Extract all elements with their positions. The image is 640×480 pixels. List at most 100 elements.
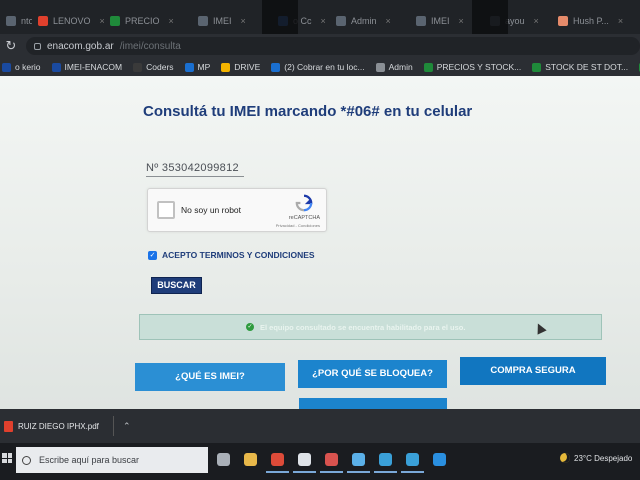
browser-address-bar: ↻ enacom.gob.ar /imei/consulta [0,34,640,58]
accept-terms-label: ACEPTO TERMINOS Y CONDICIONES [162,250,315,260]
url-path: /imei/consulta [119,40,181,52]
bookmark-item[interactable]: o kerio [2,62,41,72]
recaptcha-checkbox[interactable] [157,201,175,219]
bookmark-label: o kerio [15,62,41,72]
bookmark-label: IMEI-ENACOM [64,62,123,72]
lock-icon [34,42,41,50]
bookmark-icon [51,62,61,72]
bookmark-icon [2,62,11,72]
tab-favicon-icon [38,16,48,26]
weather-text[interactable]: 23°C Despejado [574,454,632,463]
accept-terms-checkbox[interactable]: ✓ [148,250,157,260]
bookmark-label: MP [197,62,211,72]
chevron-up-icon[interactable]: ⌃ [123,421,131,432]
taskbar-app-chrome[interactable] [266,447,289,473]
bookmark-label: DRIVE [234,62,261,72]
url-field[interactable]: enacom.gob.ar /imei/consulta [26,37,640,55]
bookmark-label: STOCK DE ST DOT... [545,62,629,72]
browser-tab[interactable]: ntor× [0,10,32,32]
search-button[interactable]: BUSCAR [151,277,202,294]
download-divider [113,416,114,436]
taskbar-app-file-explorer[interactable] [239,447,262,473]
reload-icon[interactable]: ↻ [4,38,18,54]
bookmark-icon [532,62,542,72]
bookmark-item[interactable]: Admin [375,62,413,72]
chrome-icon [271,452,284,466]
bookmark-label: Admin [388,62,413,72]
windows-taskbar: Escribe aquí para buscar 23°C Despejado [0,443,640,480]
tab-label: ntor [21,16,32,26]
bookmark-icon [221,62,231,72]
tab-close-icon[interactable]: × [618,16,623,26]
taskbar-apps [212,447,451,473]
tab-label: LENOVO [53,16,91,26]
tab-favicon-icon [6,16,16,26]
tab-label: PRECIO [125,16,160,26]
more-info-button[interactable] [299,398,447,409]
tab-favicon-icon [416,16,426,26]
browser-tab[interactable]: Hush P... × [552,10,640,32]
safe-purchase-button[interactable]: COMPRA SEGURA [460,357,606,385]
browser-tab[interactable]: PRECIO × [104,10,192,32]
tab-close-icon[interactable]: × [169,16,174,26]
recaptcha-brand: reCAPTCHA [288,215,320,221]
app-4-icon [298,452,311,466]
tab-close-icon[interactable]: × [534,16,539,26]
tab-label: IMEI [213,16,232,26]
bookmarks-bar: o kerio IMEI-ENACOM Coders MP DRIVE (2) Cobra… [0,58,640,76]
bookmark-item[interactable]: PRECIOS Y STOCK... [423,62,522,72]
check-circle-icon: ✓ [246,323,254,331]
recaptcha-terms-link[interactable]: Privacidad - Condiciones [276,223,320,228]
downloads-bar: RUIZ DIEGO IPHX.pdf ⌃ [0,409,640,443]
browser-tab[interactable]: Admin × [330,10,410,32]
recaptcha-label: No soy un robot [181,205,242,215]
app-8-icon [406,452,419,466]
taskbar-app-app-5[interactable] [320,447,343,473]
taskbar-app-app-9[interactable] [428,447,451,473]
why-blocked-button[interactable]: ¿POR QUÉ SE BLOQUEA? [298,360,447,388]
pdf-file-icon [4,420,13,432]
tab-close-icon[interactable]: × [241,16,246,26]
what-is-imei-button[interactable]: ¿QUÉ ES IMEI? [135,363,285,391]
taskbar-search-placeholder: Escribe aquí para buscar [39,455,140,465]
tab-label: IMEI [431,16,450,26]
taskbar-app-app-8[interactable] [401,447,424,473]
bookmark-item[interactable]: (2) Cobrar en tu loc... [271,62,365,72]
tab-favicon-icon [198,16,208,26]
windows-start-icon[interactable] [2,453,12,463]
taskbar-app-task-view[interactable] [212,447,235,473]
tab-close-icon[interactable]: × [459,16,464,26]
bookmark-item[interactable]: MP [184,62,211,72]
bookmark-icon [271,62,281,72]
bookmark-item[interactable]: STOCK DE ST DOT... [532,62,628,72]
bookmark-item[interactable]: IMEI-ENACOM [51,62,123,72]
bookmark-label: PRECIOS Y STOCK... [436,62,522,72]
taskbar-app-app-4[interactable] [293,447,316,473]
bookmark-item[interactable]: DRIVE [221,62,260,72]
accept-terms[interactable]: ✓ ACEPTO TERMINOS Y CONDICIONES [148,250,315,260]
taskbar-app-app-7[interactable] [374,447,397,473]
bookmark-label: (2) Cobrar en tu loc... [284,62,365,72]
weather-moon-icon [560,453,570,463]
app-7-icon [379,452,392,466]
browser-tab[interactable]: IMEI × [192,10,272,32]
tab-favicon-icon [558,16,568,26]
page-title: Consultá tu IMEI marcando *#06# en tu ce… [143,103,473,120]
bookmark-label: Coders [146,62,174,72]
tab-favicon-icon [336,16,346,26]
task-view-icon [217,452,230,466]
download-file-name[interactable]: RUIZ DIEGO IPHX.pdf [18,422,104,431]
search-icon [22,455,31,465]
bookmark-icon [423,62,433,72]
file-explorer-icon [244,452,257,466]
system-tray: 23°C Despejado [560,453,632,463]
tab-close-icon[interactable]: × [386,16,391,26]
recaptcha-logo-icon [295,194,313,212]
tab-close-icon[interactable]: × [321,16,326,26]
taskbar-app-app-6[interactable] [347,447,370,473]
tab-label: Admin [351,16,377,26]
taskbar-search-input[interactable]: Escribe aquí para buscar [16,447,208,473]
browser-tab[interactable]: LENOVO × [32,10,104,32]
imei-input[interactable]: Nº 353042099812 [146,162,244,177]
bookmark-item[interactable]: Coders [133,62,174,72]
